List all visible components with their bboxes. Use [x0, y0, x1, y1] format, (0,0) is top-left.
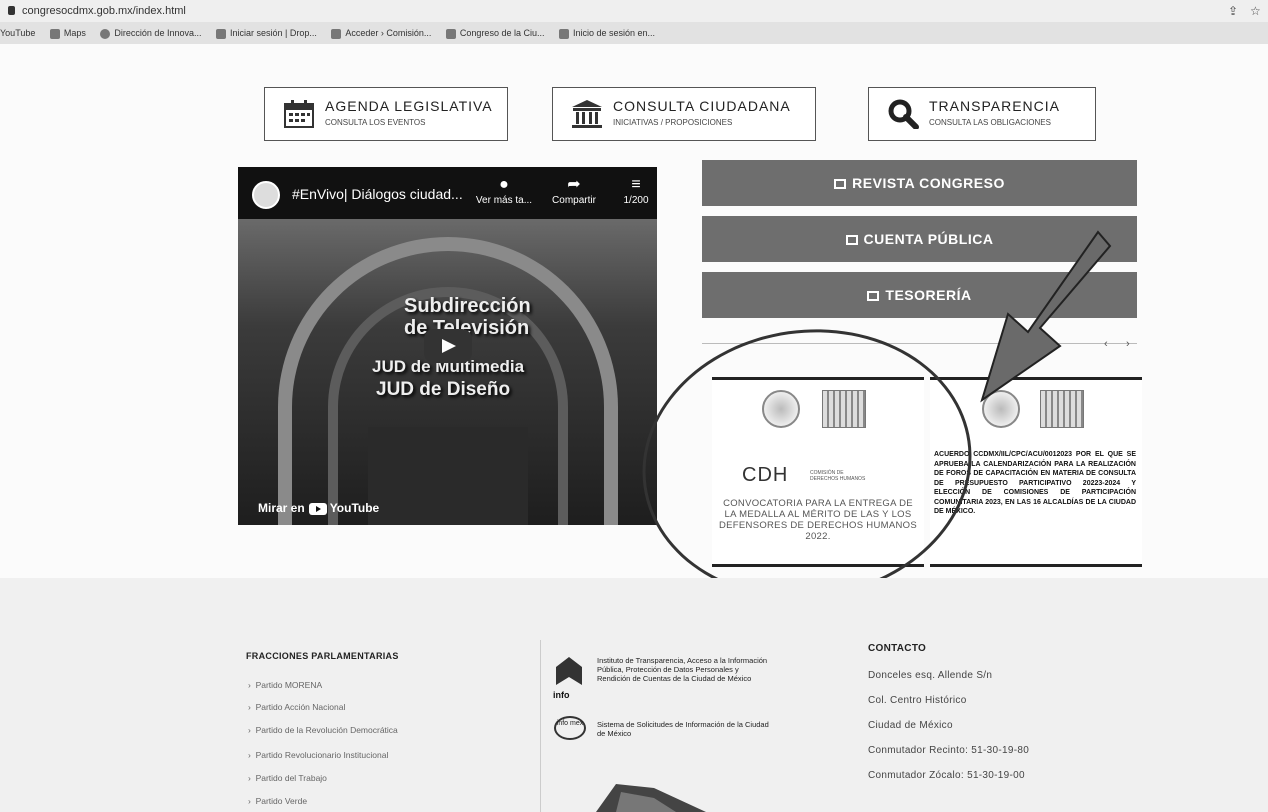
globe-icon — [100, 28, 111, 39]
share-icon[interactable]: ⇪ — [1228, 0, 1238, 22]
info-institute-logo[interactable]: info — [552, 655, 586, 701]
bookmark-congreso[interactable]: Congreso de la Ciu... — [445, 22, 544, 44]
share-arrow-icon: ➦ — [567, 176, 581, 193]
calculator-icon — [867, 291, 880, 301]
fraccion-link[interactable]: › Partido Acción Nacional — [248, 702, 345, 712]
building-icon — [572, 100, 602, 128]
playlist-icon: ≡ — [631, 176, 641, 193]
transparencia-title: TRANSPARENCIA — [929, 98, 1060, 114]
calculator-icon — [845, 235, 858, 245]
agenda-legislativa-button[interactable]: AGENDA LEGISLATIVA CONSULTA LOS EVENTOS — [264, 87, 508, 141]
video-title[interactable]: #EnVivo| Diálogos ciudad... — [292, 186, 463, 202]
contacto-title: CONTACTO — [868, 643, 927, 654]
transparencia-subtitle: CONSULTA LAS OBLIGACIONES — [929, 118, 1051, 127]
svg-text:info: info — [553, 690, 570, 700]
carousel-next[interactable]: › — [1126, 338, 1130, 350]
partial-logo-icon — [596, 784, 706, 812]
page-icon — [331, 28, 342, 39]
revista-congreso-button[interactable]: REVISTA CONGRESO — [702, 160, 1137, 206]
transparencia-button[interactable]: TRANSPARENCIA CONSULTA LAS OBLIGACIONES — [868, 87, 1096, 141]
share-button[interactable]: ➦ Compartir — [544, 175, 604, 206]
dropbox-icon — [215, 28, 226, 39]
footer-divider — [540, 640, 541, 812]
contact-phone-recinto[interactable]: Conmutador Recinto: 51-30-19-80 — [868, 745, 1029, 756]
youtube-video-embed[interactable]: #EnVivo| Diálogos ciudad... ● Ver más ta.… — [238, 167, 657, 525]
annotation-circle — [624, 308, 990, 620]
watch-on-youtube-link[interactable]: Mirar en YouTube — [258, 501, 379, 515]
watch-later-button[interactable]: ● Ver más ta... — [474, 175, 534, 206]
channel-avatar[interactable] — [252, 181, 280, 209]
fracciones-title: FRACCIONES PARLAMENTARIAS — [246, 651, 399, 661]
contact-city: Ciudad de México — [868, 720, 953, 731]
bookmarks-bar: YouTube Maps Dirección de Innova... Inic… — [0, 22, 1268, 44]
fraccion-link[interactable]: › Partido Revolucionario Institucional — [248, 750, 388, 760]
door-decoration — [368, 427, 528, 525]
agenda-title: AGENDA LEGISLATIVA — [325, 98, 493, 114]
contact-address: Donceles esq. Allende S/n — [868, 670, 993, 681]
star-icon[interactable]: ☆ — [1250, 0, 1261, 22]
address-bar[interactable]: congresocdmx.gob.mx/index.html ⇪ ☆ — [0, 0, 1268, 22]
search-icon — [888, 99, 919, 129]
contact-phone-zocalo[interactable]: Conmutador Zócalo: 51-30-19-00 — [868, 770, 1025, 781]
contact-colonia: Col. Centro Histórico — [868, 695, 967, 706]
consulta-subtitle: INICIATIVAS / PROPOSICIONES — [613, 118, 733, 127]
bookmark-dropbox[interactable]: Iniciar sesión | Drop... — [215, 22, 317, 44]
annotation-arrow-icon — [980, 230, 1112, 403]
info-institute-text[interactable]: Instituto de Transparencia, Acceso a la … — [597, 656, 771, 683]
zoom-icon — [558, 28, 569, 39]
magazine-icon — [834, 179, 847, 189]
playlist-button[interactable]: ≡ 1/200 — [606, 175, 657, 206]
lock-icon — [8, 6, 15, 15]
play-button[interactable] — [424, 329, 472, 363]
overlay-line-4: JUD de Diseño — [376, 379, 511, 400]
overlay-line-1: Subdirección — [404, 295, 531, 317]
fraccion-link[interactable]: › Partido del Trabajo — [248, 773, 327, 783]
bookmark-comision[interactable]: Acceder › Comisión... — [331, 22, 431, 44]
fraccion-link[interactable]: › Partido Verde — [248, 796, 307, 806]
url-text[interactable]: congresocdmx.gob.mx/index.html — [22, 0, 186, 22]
fraccion-link[interactable]: › Partido MORENA — [248, 680, 322, 690]
page-icon — [445, 28, 456, 39]
infomex-logo[interactable]: info mex — [554, 716, 586, 740]
bookmark-direccion[interactable]: Dirección de Innova... — [100, 22, 201, 44]
infomex-text[interactable]: Sistema de Solicitudes de Información de… — [597, 720, 772, 738]
bookmark-youtube[interactable]: YouTube — [0, 22, 35, 44]
consulta-ciudadana-button[interactable]: CONSULTA CIUDADANA INICIATIVAS / PROPOSI… — [552, 87, 816, 141]
bookmark-inicio-sesion[interactable]: Inicio de sesión en... — [558, 22, 655, 44]
agenda-subtitle: CONSULTA LOS EVENTOS — [325, 118, 426, 127]
clock-icon: ● — [499, 176, 509, 193]
consulta-title: CONSULTA CIUDADANA — [613, 98, 791, 114]
calendar-icon — [284, 100, 314, 128]
bookmark-maps[interactable]: Maps — [49, 22, 86, 44]
fraccion-link[interactable]: › Partido de la Revolución Democrática — [248, 725, 398, 735]
youtube-logo-icon — [308, 502, 327, 515]
maps-icon — [49, 28, 60, 39]
